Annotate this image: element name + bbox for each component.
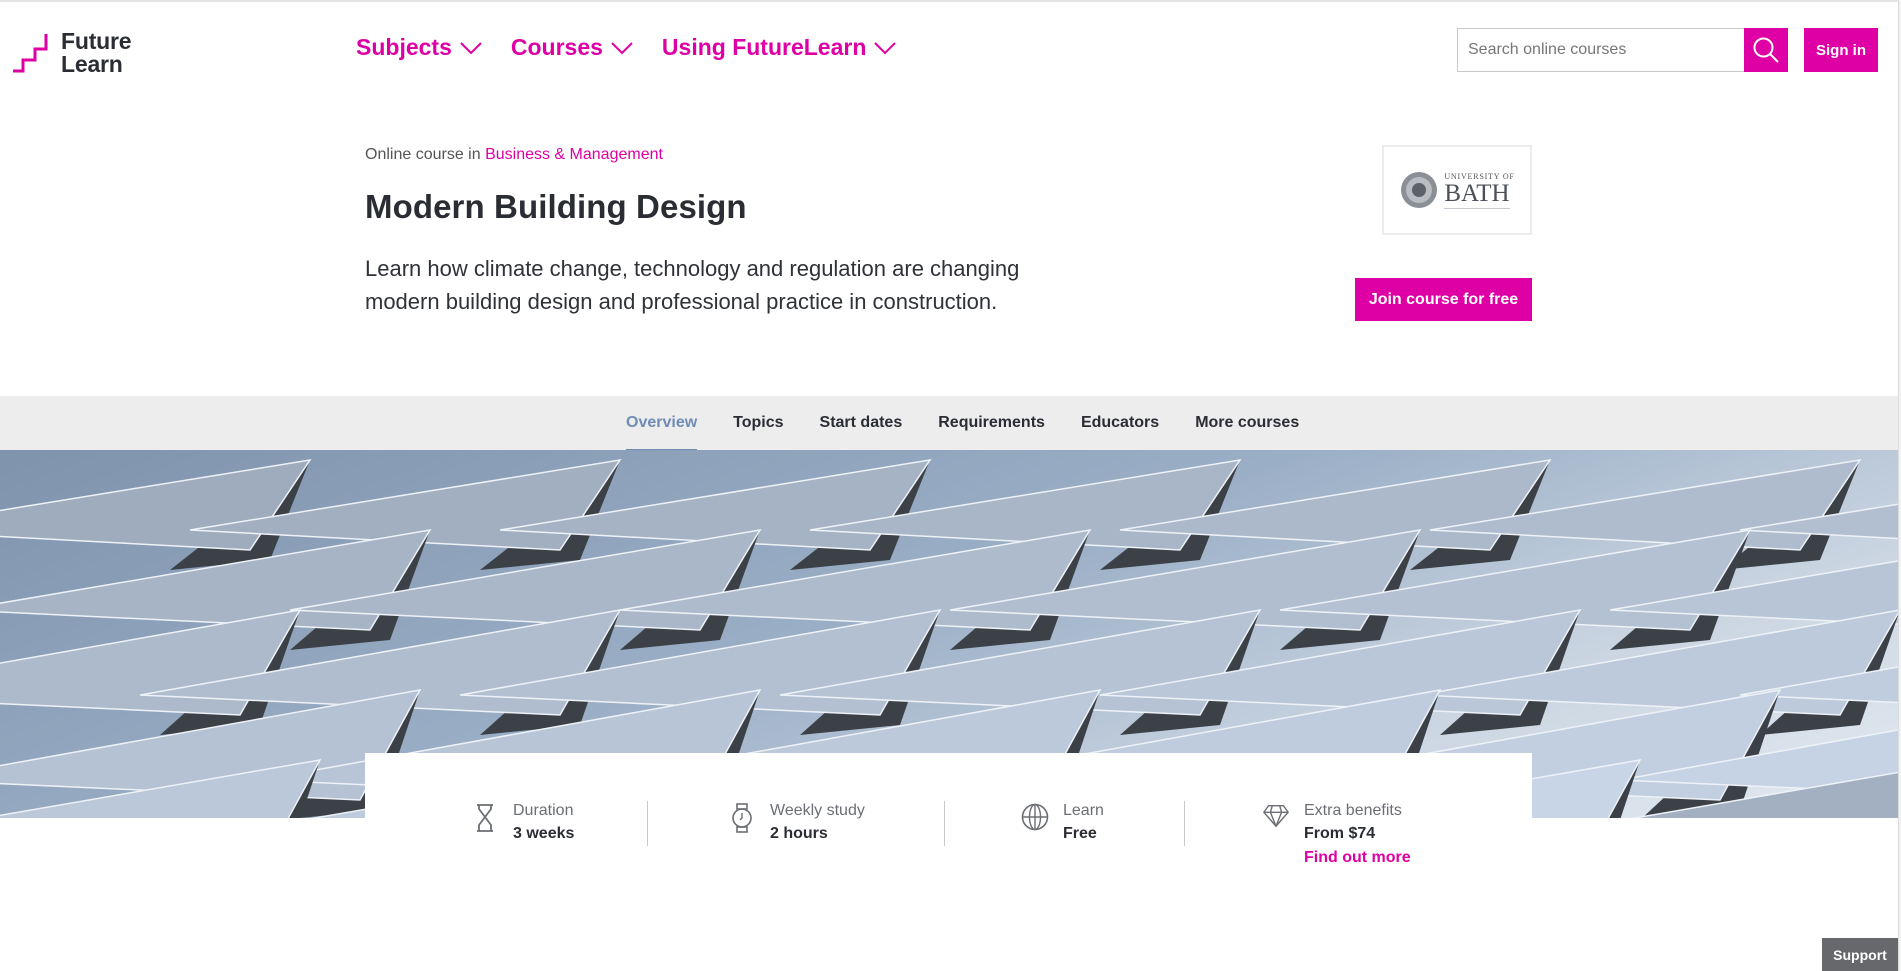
logo-text: Future Learn (61, 28, 132, 77)
university-logo[interactable]: UNIVERSITY OF BATH (1382, 145, 1532, 235)
nav-courses[interactable]: Courses (511, 34, 633, 61)
nav-using-futurelearn-label: Using FutureLearn (661, 34, 867, 60)
nav-subjects[interactable]: Subjects (356, 34, 482, 61)
chevron-down-icon (874, 41, 897, 54)
stat-label: Learn (1063, 802, 1104, 819)
stat-extra-benefits: Extra benefits From $74 Find out more (1262, 801, 1411, 869)
logo-line-2: Learn (61, 51, 123, 77)
stat-label: Extra benefits (1304, 802, 1402, 819)
nav-courses-label: Courses (510, 34, 603, 60)
course-title: Modern Building Design (365, 188, 747, 225)
nav-subjects-label: Subjects (356, 34, 452, 60)
find-out-more-link[interactable]: Find out more (1304, 847, 1411, 869)
stat-value: 2 hours (770, 825, 828, 842)
breadcrumb: Online course in Business & Management (365, 146, 663, 164)
stat-value: Free (1063, 825, 1097, 842)
top-border (0, 0, 1901, 2)
search-icon (1753, 37, 1779, 63)
tabs: Overview Topics Start dates Requirements… (626, 396, 1335, 452)
stat-duration: Duration 3 weeks (471, 801, 574, 845)
globe-icon (1021, 803, 1049, 831)
chevron-down-icon (460, 41, 482, 54)
logo-line-1: Future (61, 28, 132, 54)
join-course-button[interactable]: Join course for free (1355, 278, 1532, 321)
support-button[interactable]: Support (1822, 938, 1898, 971)
futurelearn-steps-logo-icon (13, 34, 48, 73)
stat-weekly-study: Weekly study 2 hours (728, 801, 865, 845)
diamond-icon (1263, 805, 1289, 827)
university-name-big: BATH (1444, 179, 1510, 209)
main-nav: Subjects Courses Using FutureLearn (356, 34, 925, 61)
stat-label: Duration (513, 802, 574, 819)
search-button[interactable] (1744, 28, 1788, 72)
tab-more-courses[interactable]: More courses (1195, 396, 1299, 450)
nav-using-futurelearn[interactable]: Using FutureLearn (661, 34, 897, 61)
futurelearn-logo[interactable]: Future Learn (13, 28, 132, 77)
tab-start-dates[interactable]: Start dates (820, 396, 903, 450)
course-stats-card: Duration 3 weeks Weekly study 2 hours Le… (365, 753, 1532, 893)
divider (944, 801, 945, 846)
divider (1184, 801, 1185, 846)
stat-value: From $74 (1304, 825, 1376, 842)
sign-in-button[interactable]: Sign in (1804, 28, 1878, 72)
chevron-down-icon (611, 41, 633, 54)
tab-requirements[interactable]: Requirements (938, 396, 1045, 450)
hourglass-icon (477, 804, 493, 832)
stat-value: 3 weeks (513, 825, 575, 842)
stat-label: Weekly study (770, 802, 865, 819)
course-description: Learn how climate change, technology and… (365, 256, 1020, 314)
course-tab-bar: Overview Topics Start dates Requirements… (0, 396, 1898, 452)
search-bar (1457, 28, 1788, 72)
divider (647, 801, 648, 846)
university-crest-icon (1401, 172, 1438, 208)
tab-educators[interactable]: Educators (1081, 396, 1159, 450)
watch-icon (732, 803, 752, 833)
stat-learn: Learn Free (1021, 801, 1104, 845)
tab-topics[interactable]: Topics (733, 396, 783, 450)
breadcrumb-prefix: Online course in (365, 146, 486, 163)
tab-overview[interactable]: Overview (626, 396, 698, 452)
search-input[interactable] (1457, 28, 1744, 72)
category-link[interactable]: Business & Management (485, 146, 663, 163)
